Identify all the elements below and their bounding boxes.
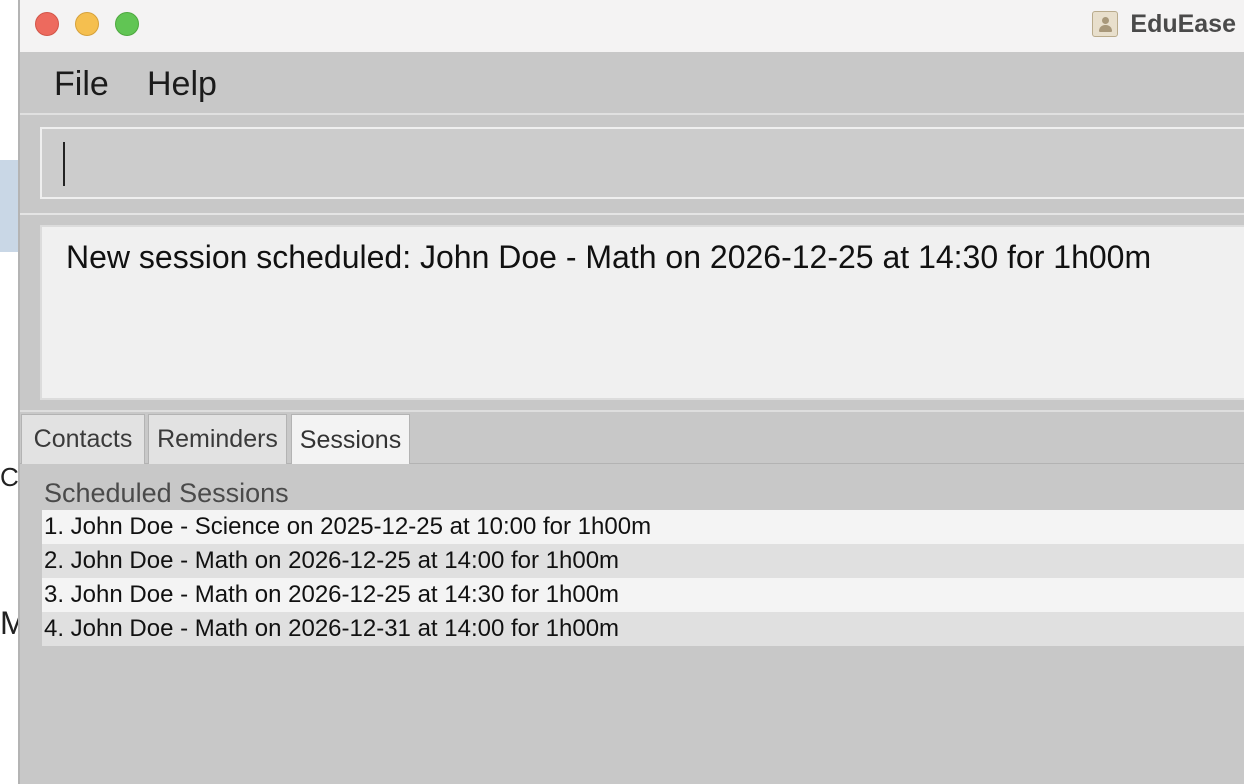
menu-bar: File Help [20,53,1244,115]
title-bar: EduEase [20,0,1244,53]
menu-file[interactable]: File [54,65,109,104]
session-list-item[interactable]: 3. John Doe - Math on 2026-12-25 at 14:3… [42,578,1244,612]
tab-bar: Contacts Reminders Sessions [20,410,1244,466]
text-caret [63,142,65,186]
result-area: New session scheduled: John Doe - Math o… [20,213,1244,409]
close-window-button[interactable] [35,12,59,36]
sessions-header: Scheduled Sessions [44,478,289,508]
background-text-fragment: M [0,605,20,641]
session-list-item[interactable]: 4. John Doe - Math on 2026-12-31 at 14:0… [42,612,1244,646]
window-title-group: EduEase [1092,8,1236,40]
session-list-item[interactable]: 1. John Doe - Science on 2025-12-25 at 1… [42,510,1244,544]
result-message: New session scheduled: John Doe - Math o… [66,239,1152,275]
minimize-window-button[interactable] [75,12,99,36]
menu-help[interactable]: Help [147,65,217,104]
app-window: EduEase File Help New session scheduled:… [18,0,1244,784]
background-text-fragment: CT [0,462,20,492]
app-contact-icon [1092,11,1119,37]
background-highlight [0,160,20,252]
sessions-panel: Scheduled Sessions 1. John Doe - Science… [20,464,1244,784]
tab-contacts[interactable]: Contacts [21,414,145,464]
session-list: 1. John Doe - Science on 2025-12-25 at 1… [42,510,1244,646]
tab-reminders[interactable]: Reminders [148,414,287,464]
window-title: EduEase [1130,9,1236,38]
tab-sessions[interactable]: Sessions [291,414,410,466]
command-area [20,117,1244,211]
command-input[interactable] [40,127,1244,199]
maximize-window-button[interactable] [115,12,139,36]
session-list-item[interactable]: 2. John Doe - Math on 2026-12-25 at 14:0… [42,544,1244,578]
result-display: New session scheduled: John Doe - Math o… [40,225,1244,400]
